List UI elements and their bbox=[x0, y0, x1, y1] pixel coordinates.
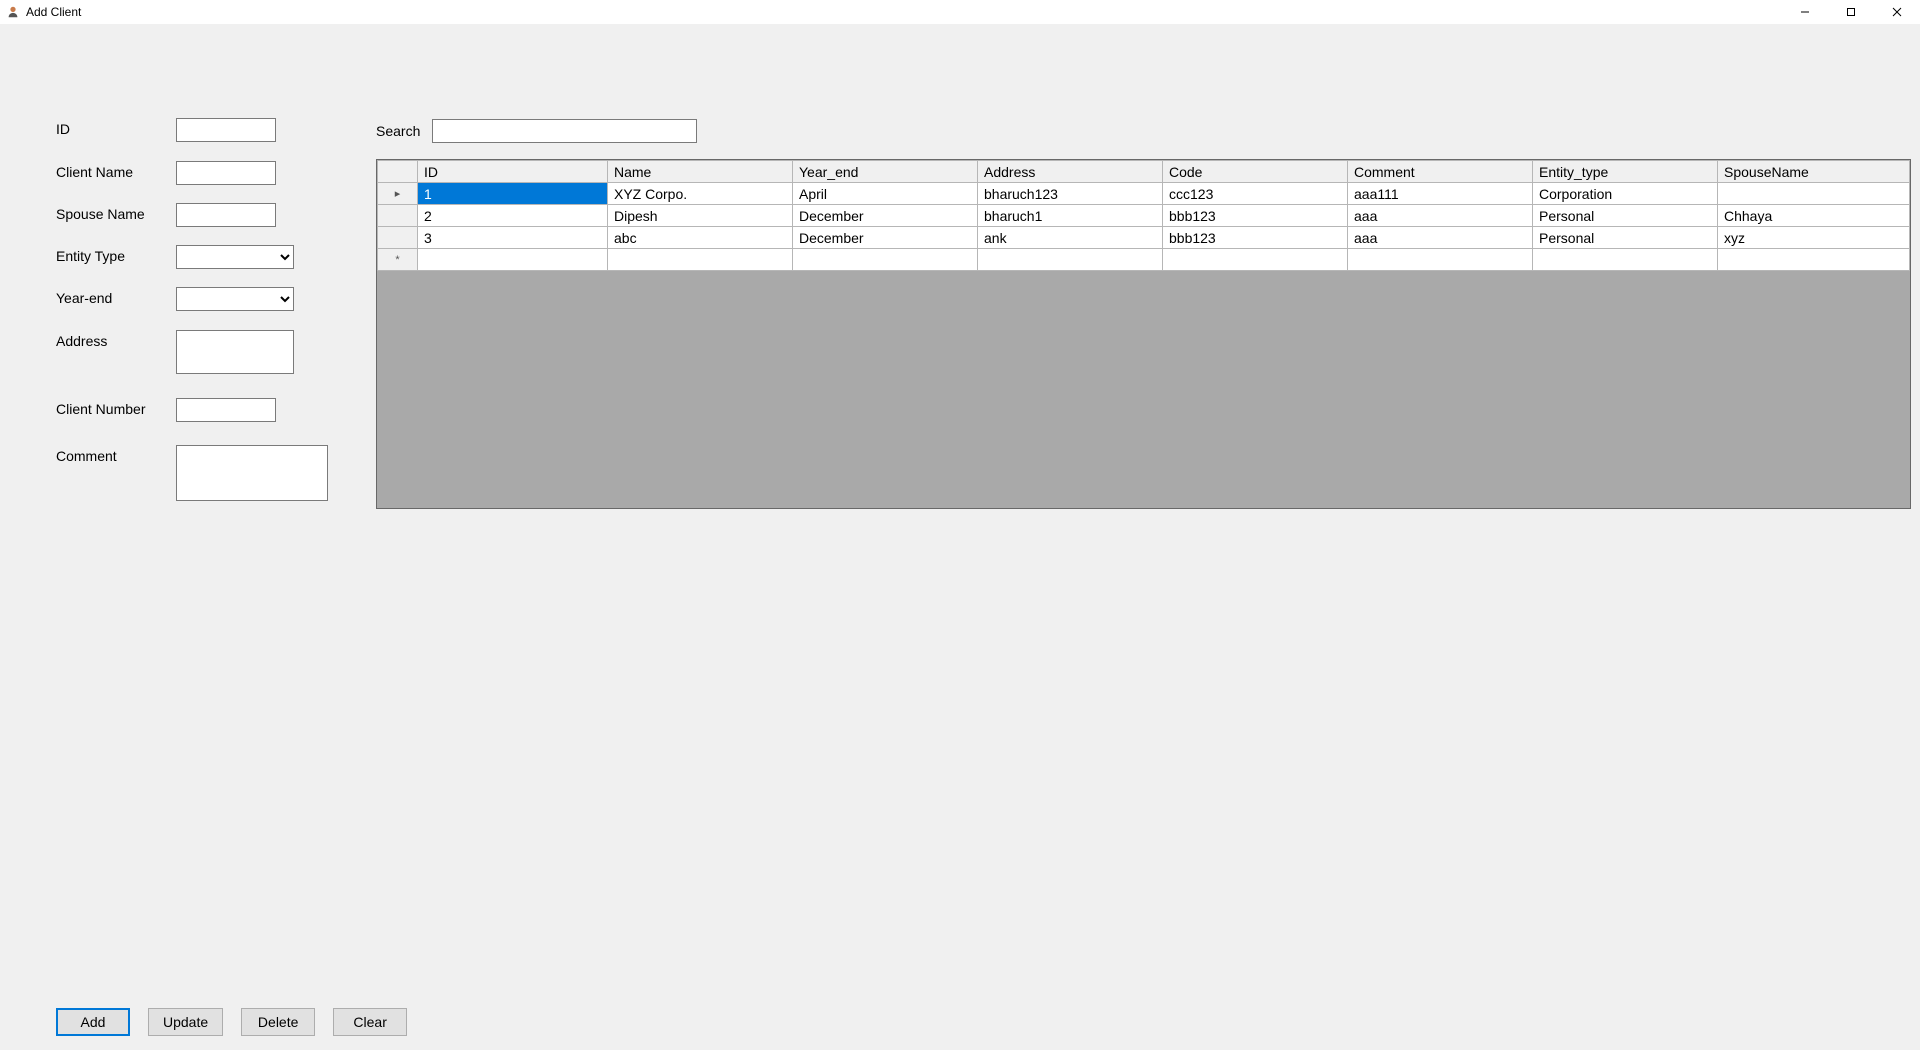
client-name-label: Client Name bbox=[56, 161, 176, 180]
cell-year_end[interactable]: December bbox=[793, 205, 978, 227]
client-name-input[interactable] bbox=[176, 161, 276, 185]
grid-corner[interactable] bbox=[378, 161, 418, 183]
cell-name[interactable]: XYZ Corpo. bbox=[608, 183, 793, 205]
cell-name[interactable]: Dipesh bbox=[608, 205, 793, 227]
minimize-button[interactable] bbox=[1782, 0, 1828, 24]
button-row: Add Update Delete Clear bbox=[56, 1008, 407, 1036]
row-header[interactable] bbox=[378, 205, 418, 227]
cell-empty[interactable] bbox=[418, 249, 608, 271]
spouse-name-label: Spouse Name bbox=[56, 203, 176, 222]
id-label: ID bbox=[56, 118, 176, 137]
cell-year_end[interactable]: December bbox=[793, 227, 978, 249]
col-header-entity-type[interactable]: Entity_type bbox=[1533, 161, 1718, 183]
update-button[interactable]: Update bbox=[148, 1008, 223, 1036]
cell-empty[interactable] bbox=[793, 249, 978, 271]
close-button[interactable] bbox=[1874, 0, 1920, 24]
cell-empty[interactable] bbox=[1718, 249, 1910, 271]
col-header-address[interactable]: Address bbox=[978, 161, 1163, 183]
table-row[interactable]: 2DipeshDecemberbharuch1bbb123aaaPersonal… bbox=[378, 205, 1910, 227]
cell-code[interactable]: bbb123 bbox=[1163, 227, 1348, 249]
cell-id[interactable]: 3 bbox=[418, 227, 608, 249]
cell-entity_type[interactable]: Personal bbox=[1533, 227, 1718, 249]
entity-type-select[interactable] bbox=[176, 245, 294, 269]
clear-button[interactable]: Clear bbox=[333, 1008, 407, 1036]
cell-address[interactable]: ank bbox=[978, 227, 1163, 249]
address-input[interactable] bbox=[176, 330, 294, 374]
delete-button[interactable]: Delete bbox=[241, 1008, 315, 1036]
app-icon bbox=[6, 5, 20, 19]
col-header-id[interactable]: ID bbox=[418, 161, 608, 183]
row-header-new[interactable]: * bbox=[378, 249, 418, 271]
row-header[interactable] bbox=[378, 227, 418, 249]
client-area: ID Client Name Spouse Name Entity Type Y… bbox=[0, 24, 1920, 1050]
year-end-select[interactable] bbox=[176, 287, 294, 311]
year-end-label: Year-end bbox=[56, 287, 176, 306]
cell-id[interactable]: 1 bbox=[418, 183, 608, 205]
cell-comment[interactable]: aaa bbox=[1348, 205, 1533, 227]
col-header-code[interactable]: Code bbox=[1163, 161, 1348, 183]
maximize-button[interactable] bbox=[1828, 0, 1874, 24]
cell-entity_type[interactable]: Corporation bbox=[1533, 183, 1718, 205]
cell-address[interactable]: bharuch123 bbox=[978, 183, 1163, 205]
cell-code[interactable]: ccc123 bbox=[1163, 183, 1348, 205]
client-number-label: Client Number bbox=[56, 398, 176, 417]
table-row[interactable]: 3abcDecemberankbbb123aaaPersonalxyz bbox=[378, 227, 1910, 249]
table-row[interactable]: ▸1XYZ Corpo.Aprilbharuch123ccc123aaa111C… bbox=[378, 183, 1910, 205]
cell-entity_type[interactable]: Personal bbox=[1533, 205, 1718, 227]
cell-empty[interactable] bbox=[608, 249, 793, 271]
client-number-input[interactable] bbox=[176, 398, 276, 422]
cell-comment[interactable]: aaa bbox=[1348, 227, 1533, 249]
cell-id[interactable]: 2 bbox=[418, 205, 608, 227]
cell-empty[interactable] bbox=[978, 249, 1163, 271]
id-input[interactable] bbox=[176, 118, 276, 142]
comment-input[interactable] bbox=[176, 445, 328, 501]
add-button[interactable]: Add bbox=[56, 1008, 130, 1036]
cell-address[interactable]: bharuch1 bbox=[978, 205, 1163, 227]
data-grid[interactable]: ID Name Year_end Address Code Comment En… bbox=[376, 159, 1911, 509]
col-header-comment[interactable]: Comment bbox=[1348, 161, 1533, 183]
window-title: Add Client bbox=[26, 5, 81, 19]
cell-year_end[interactable]: April bbox=[793, 183, 978, 205]
titlebar-left: Add Client bbox=[6, 5, 81, 19]
cell-name[interactable]: abc bbox=[608, 227, 793, 249]
table-new-row[interactable]: * bbox=[378, 249, 1910, 271]
row-header[interactable]: ▸ bbox=[378, 183, 418, 205]
cell-code[interactable]: bbb123 bbox=[1163, 205, 1348, 227]
cell-spouse_name[interactable]: xyz bbox=[1718, 227, 1910, 249]
search-input[interactable] bbox=[432, 119, 697, 143]
titlebar: Add Client bbox=[0, 0, 1920, 24]
cell-comment[interactable]: aaa111 bbox=[1348, 183, 1533, 205]
cell-empty[interactable] bbox=[1533, 249, 1718, 271]
col-header-year-end[interactable]: Year_end bbox=[793, 161, 978, 183]
comment-label: Comment bbox=[56, 445, 176, 464]
address-label: Address bbox=[56, 330, 176, 349]
cell-spouse_name[interactable]: Chhaya bbox=[1718, 205, 1910, 227]
spouse-name-input[interactable] bbox=[176, 203, 276, 227]
window-controls bbox=[1782, 0, 1920, 24]
col-header-name[interactable]: Name bbox=[608, 161, 793, 183]
cell-spouse_name[interactable] bbox=[1718, 183, 1910, 205]
entity-type-label: Entity Type bbox=[56, 245, 176, 264]
cell-empty[interactable] bbox=[1348, 249, 1533, 271]
col-header-spouse-name[interactable]: SpouseName bbox=[1718, 161, 1910, 183]
search-label: Search bbox=[376, 123, 420, 139]
cell-empty[interactable] bbox=[1163, 249, 1348, 271]
